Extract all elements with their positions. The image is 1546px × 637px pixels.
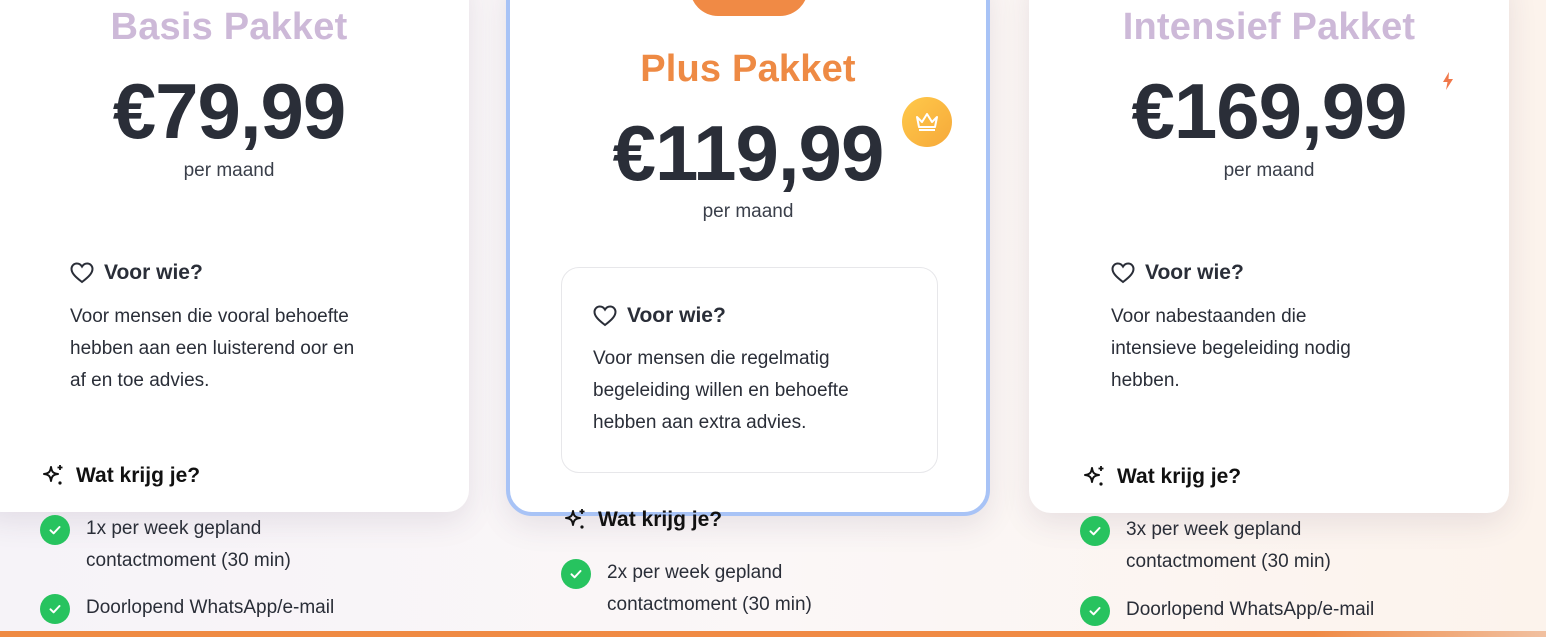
feature-text: 3x per week gepland contactmoment (30 mi…: [1126, 514, 1331, 578]
check-circle-icon: [40, 515, 70, 545]
check-circle-icon: [561, 559, 591, 589]
plan-period-intensief: per maand: [1223, 160, 1315, 181]
for-who-line: Voor mensen die vooral behoefte: [70, 306, 349, 327]
feature-line: 2x per week gepland: [607, 562, 783, 583]
for-who-line: af en toe advies.: [70, 370, 210, 391]
heart-icon: [70, 262, 94, 284]
plan-title-plus: Plus Pakket: [640, 48, 856, 90]
feature-text: Doorlopend WhatsApp/e-mail: [1126, 594, 1374, 626]
plan-period-basis: per maand: [183, 160, 275, 181]
popular-badge: [690, 0, 808, 16]
what-you-get-label: Wat krijg je?: [1117, 465, 1242, 488]
for-who-heading-intensief: Voor wie?: [1111, 261, 1244, 285]
plan-title-intensief: Intensief Pakket: [1122, 6, 1416, 48]
check-circle-icon: [40, 594, 70, 624]
bottom-accent-bar: [0, 631, 1546, 637]
feature-text: 2x per week gepland contactmoment (30 mi…: [607, 557, 812, 621]
feature-line: contactmoment (30 min): [607, 594, 812, 615]
plan-price-basis: €79,99: [112, 67, 347, 155]
for-who-heading-basis: Voor wie?: [70, 261, 203, 285]
feature-item-basis-1: 1x per week gepland contactmoment (30 mi…: [40, 513, 291, 577]
feature-line: contactmoment (30 min): [86, 550, 291, 571]
feature-item-intensief-1: 3x per week gepland contactmoment (30 mi…: [1080, 514, 1331, 578]
feature-line: Doorlopend WhatsApp/e-mail: [1126, 599, 1375, 620]
feature-line: 1x per week gepland: [86, 518, 262, 539]
check-circle-icon: [1080, 596, 1110, 626]
for-who-label: Voor wie?: [1145, 261, 1244, 284]
feature-line: contactmoment (30 min): [1126, 551, 1331, 572]
what-you-get-label: Wat krijg je?: [76, 464, 201, 487]
heart-icon: [1111, 262, 1135, 284]
for-who-label: Voor wie?: [627, 304, 726, 327]
feature-line: Doorlopend WhatsApp/e-mail: [86, 597, 335, 618]
feature-text: Doorlopend WhatsApp/e-mail: [86, 592, 334, 624]
for-who-text-plus: Voor mensen die regelmatig begeleiding w…: [593, 343, 849, 439]
for-who-heading-plus: Voor wie?: [593, 304, 726, 328]
for-who-line: hebben aan een luisterend oor en: [70, 338, 355, 359]
for-who-text-basis: Voor mensen die vooral behoefte hebben a…: [70, 301, 354, 397]
check-circle-icon: [1080, 516, 1110, 546]
for-who-line: hebben aan extra advies.: [593, 412, 807, 433]
sparkle-icon: [565, 509, 585, 529]
bolt-icon: [1443, 72, 1453, 90]
plan-title-basis: Basis Pakket: [110, 6, 348, 48]
feature-line: 3x per week gepland: [1126, 519, 1302, 540]
plan-period-plus: per maand: [702, 201, 794, 222]
crown-badge: [902, 97, 952, 147]
what-you-get-label: Wat krijg je?: [598, 508, 723, 531]
feature-item-basis-2: Doorlopend WhatsApp/e-mail: [40, 592, 334, 624]
plan-price-intensief: €169,99: [1131, 67, 1408, 155]
for-who-line: intensieve begeleiding nodig: [1111, 338, 1351, 359]
for-who-line: begeleiding willen en behoefte: [593, 380, 849, 401]
what-you-get-heading-basis: Wat krijg je?: [40, 463, 200, 489]
for-who-label: Voor wie?: [104, 261, 203, 284]
what-you-get-heading-intensief: Wat krijg je?: [1081, 464, 1241, 490]
for-who-line: Voor nabestaanden die: [1111, 306, 1307, 327]
for-who-text-intensief: Voor nabestaanden die intensieve begelei…: [1111, 301, 1351, 397]
sparkle-icon: [43, 465, 63, 485]
for-who-line: hebben.: [1111, 370, 1180, 391]
what-you-get-heading-plus: Wat krijg je?: [562, 507, 722, 533]
crown-icon: [916, 113, 938, 131]
feature-item-intensief-2: Doorlopend WhatsApp/e-mail: [1080, 594, 1374, 626]
for-who-line: Voor mensen die regelmatig: [593, 348, 830, 369]
feature-item-plus-1: 2x per week gepland contactmoment (30 mi…: [561, 557, 812, 621]
sparkle-icon: [1084, 466, 1104, 486]
heart-icon: [593, 305, 617, 327]
feature-text: 1x per week gepland contactmoment (30 mi…: [86, 513, 291, 577]
